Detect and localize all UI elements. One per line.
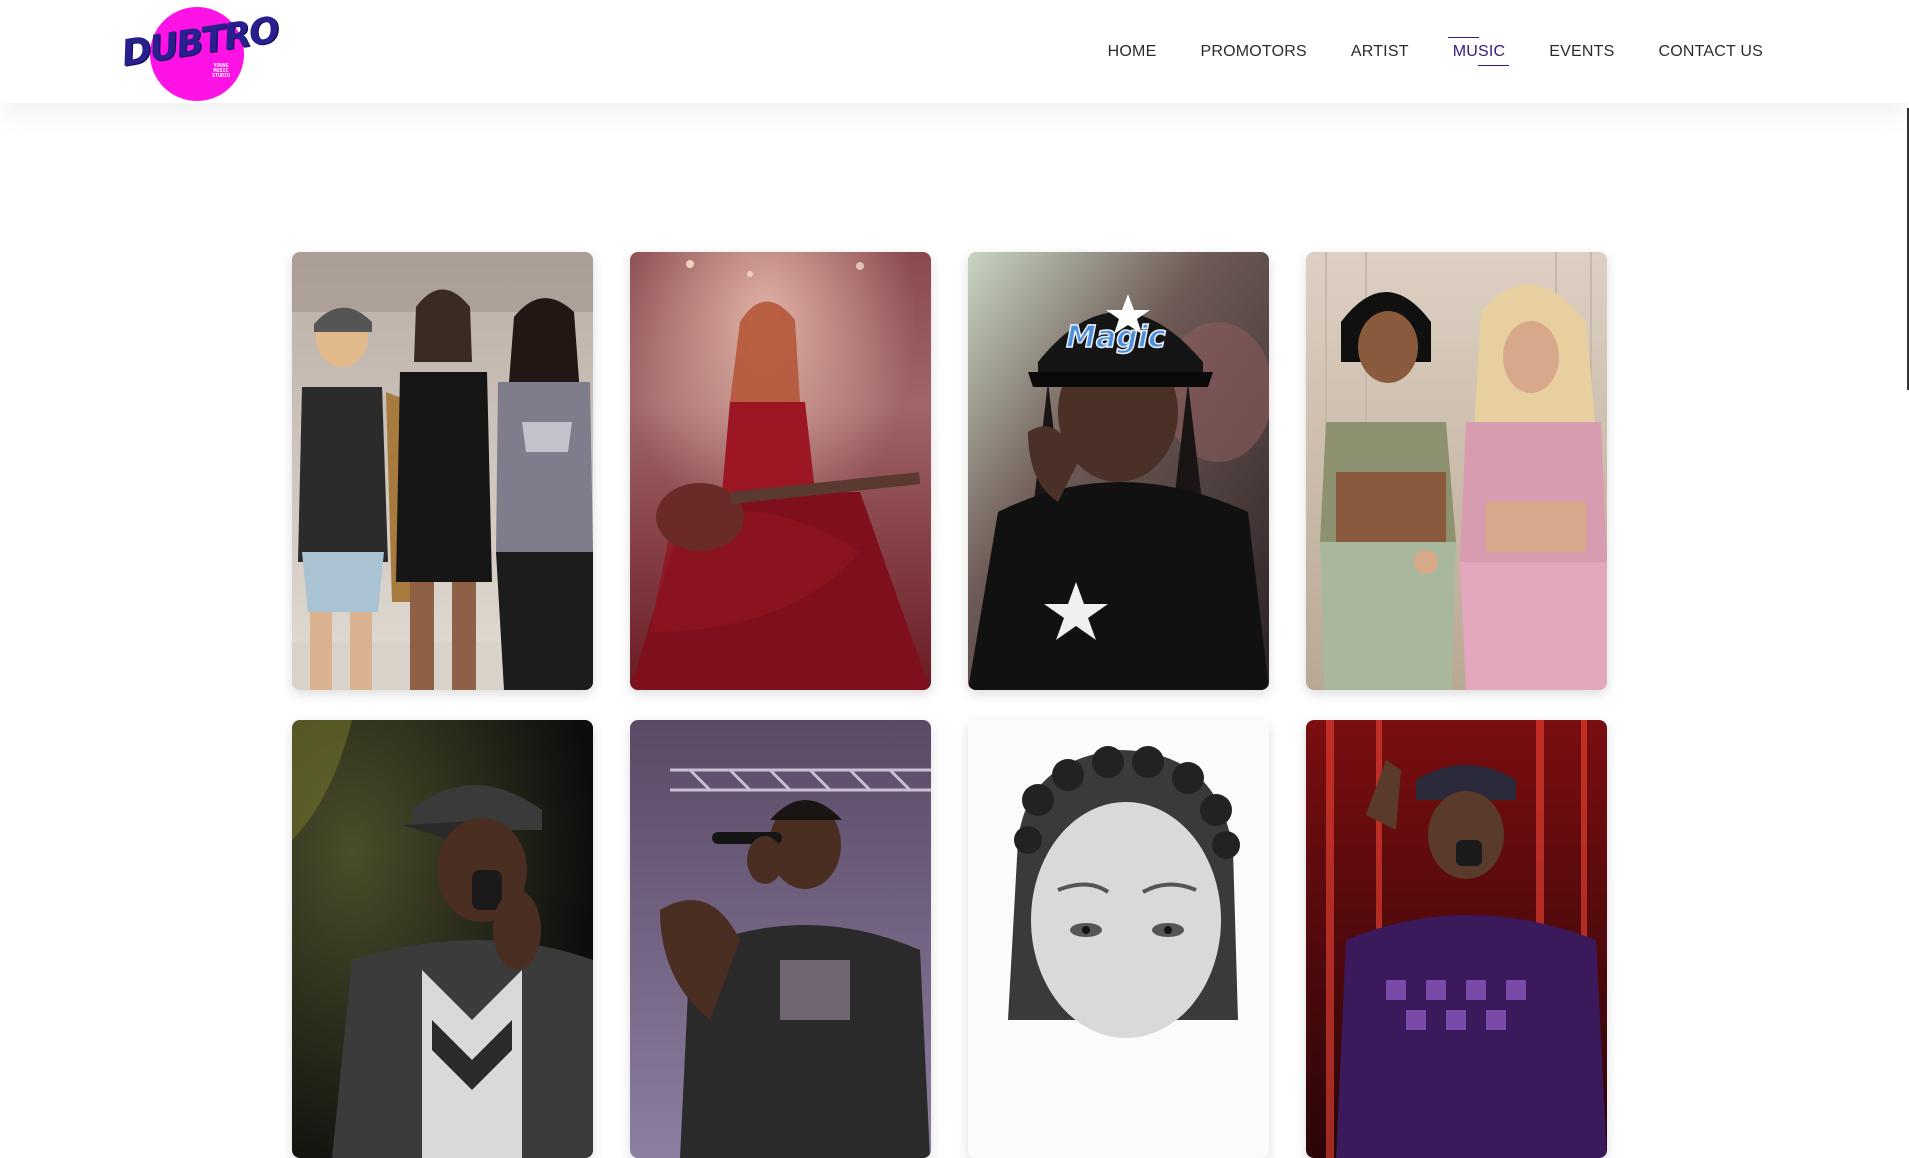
two-women-in-pink-outfits-photo [1306, 252, 1607, 690]
svg-text:Magic: Magic [1066, 320, 1166, 355]
dubtro-logo[interactable]: DUBTRO YOUNG MUSIC STUDIO [119, 4, 281, 101]
group-of-three-women-photo [292, 252, 593, 690]
site-header: DUBTRO YOUNG MUSIC STUDIO HOME PROMOTORS… [0, 0, 1909, 103]
logo-subline: YOUNG MUSIC STUDIO [211, 63, 231, 79]
rapper-on-stage-photo [630, 720, 931, 1158]
nav-music[interactable]: MUSIC [1447, 37, 1509, 66]
rapper-with-cap-photo [292, 720, 593, 1158]
gallery-card-1[interactable] [292, 252, 593, 690]
nav-artist[interactable]: ARTIST [1351, 43, 1409, 61]
main-nav: HOME PROMOTORS ARTIST MUSIC EVENTS CONTA… [1108, 37, 1763, 66]
gallery-card-6[interactable] [630, 720, 931, 1158]
gallery-card-3[interactable]: Magic [968, 252, 1269, 690]
gallery-card-4[interactable] [1306, 252, 1607, 690]
gallery-card-8[interactable] [1306, 720, 1607, 1158]
gallery-card-2[interactable] [630, 252, 931, 690]
nav-promotors[interactable]: PROMOTORS [1200, 43, 1306, 61]
black-and-white-portrait-photo [968, 720, 1269, 1158]
singer-with-guitar-red-dress-photo [630, 252, 931, 690]
gallery-card-5[interactable] [292, 720, 593, 1158]
nav-contact-us[interactable]: CONTACT US [1658, 43, 1763, 61]
nav-home[interactable]: HOME [1108, 43, 1157, 61]
gallery-card-7[interactable] [968, 720, 1269, 1158]
music-gallery: Magic [292, 252, 1607, 1158]
nav-events[interactable]: EVENTS [1549, 43, 1614, 61]
man-in-magic-cap-photo: Magic [968, 252, 1269, 690]
performer-red-stage-lights-photo [1306, 720, 1607, 1158]
